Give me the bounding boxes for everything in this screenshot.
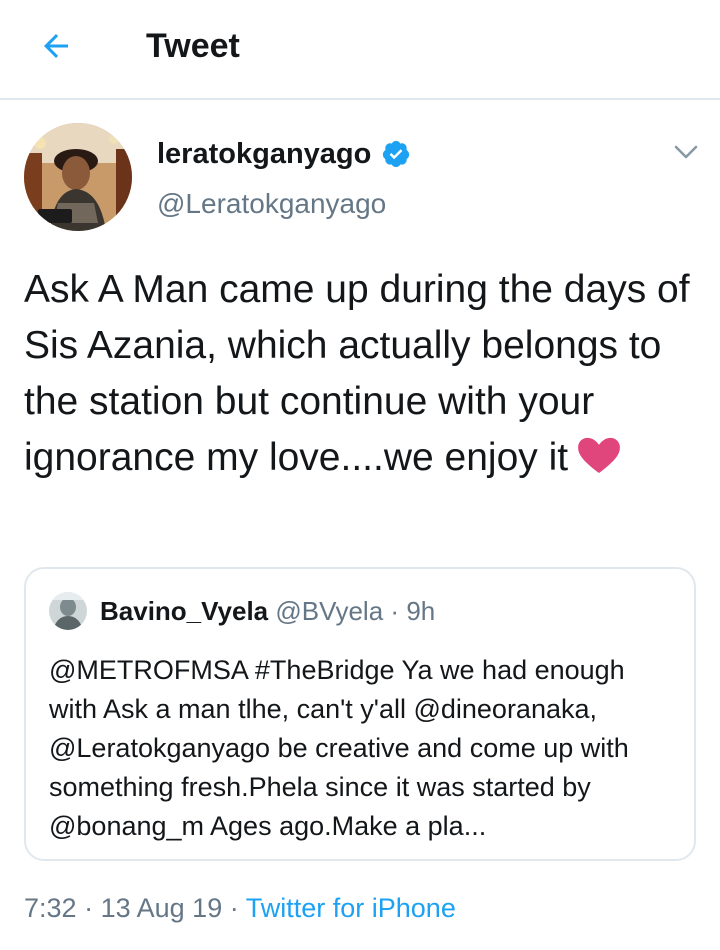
tweet-source-link[interactable]: Twitter for iPhone [246, 893, 456, 923]
author-name: leratokganyago [157, 138, 372, 170]
verified-badge-icon [383, 140, 410, 168]
separator-dot: · [229, 893, 239, 923]
quoted-author-handle: @BVyela [275, 596, 384, 626]
quoted-text: @METROFMSA #TheBridge Ya we had enough w… [49, 655, 629, 841]
tweet-time: 7:32 [24, 893, 77, 923]
pink-heart-icon [578, 437, 621, 474]
back-button[interactable] [34, 24, 78, 68]
author-handle[interactable]: @Leratokganyago [157, 186, 386, 222]
separator-dot: · [390, 596, 400, 626]
quoted-avatar [49, 592, 87, 630]
quoted-time: 9h [406, 596, 436, 626]
author-name-row[interactable]: leratokganyago [157, 136, 411, 172]
chevron-down-icon[interactable] [670, 138, 702, 166]
avatar-image [24, 123, 132, 231]
tweet-date: 13 Aug 19 [100, 893, 223, 923]
separator-dot: · [84, 893, 94, 923]
tweet-text: Ask A Man came up during the days of Sis… [24, 262, 704, 486]
quoted-avatar-image [49, 592, 87, 630]
quoted-tweet[interactable]: Bavino_Vyela @BVyela · 9h @METROFMSA #Th… [24, 567, 696, 861]
quoted-author-name: Bavino_Vyela [100, 596, 269, 626]
page-title: Tweet [146, 27, 240, 65]
arrow-left-icon [44, 34, 68, 58]
quoted-header: Bavino_Vyela @BVyela · 9h [100, 594, 435, 628]
tweet-meta: 7:32 · 13 Aug 19 · Twitter for iPhone [24, 890, 456, 926]
avatar[interactable] [24, 123, 132, 231]
top-bar: Tweet [0, 0, 720, 100]
